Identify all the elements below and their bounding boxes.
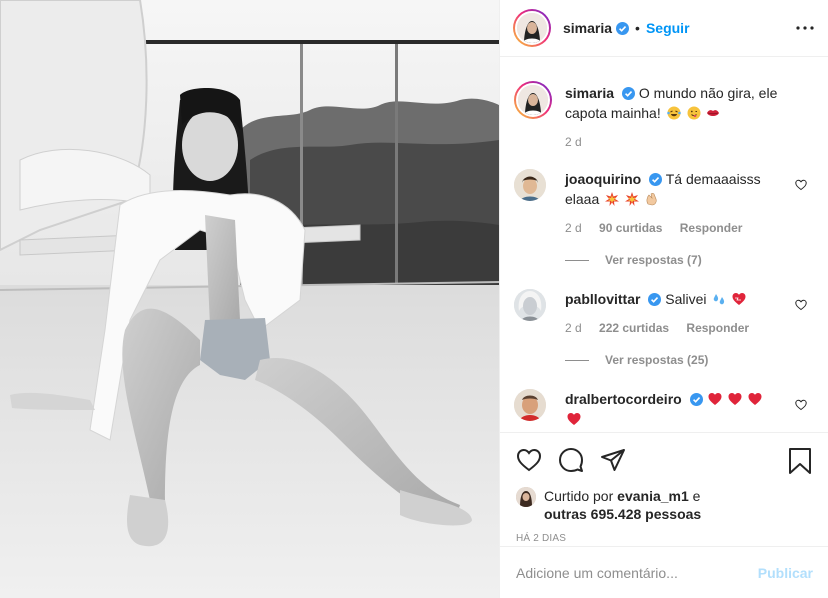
instagram-post: simaria • Seguir simaria O mundo não gir… [0, 0, 828, 598]
liker-avatar[interactable] [516, 487, 536, 507]
caption-avatar [516, 83, 550, 117]
likes-text: Curtido por evania_m1 e outras 695.428 p… [544, 487, 701, 523]
collision-emoji [605, 192, 620, 206]
bookmark-save-icon[interactable] [787, 447, 813, 475]
verified-badge-icon [621, 87, 635, 100]
post-side-panel: simaria • Seguir simaria O mundo não gir… [499, 0, 828, 598]
commenter-avatar[interactable] [514, 389, 546, 421]
post-time-ago[interactable]: HÁ 2 DIAS [516, 533, 813, 544]
post-caption: simaria O mundo não gira, ele capota mai… [514, 57, 813, 149]
likes-connector: e [692, 488, 701, 504]
verified-badge-icon [689, 393, 703, 406]
red-heart-emoji [728, 393, 742, 405]
post-photo[interactable] [0, 0, 499, 598]
publish-button[interactable]: Publicar [758, 565, 813, 581]
verified-badge-icon [649, 173, 663, 186]
follow-button[interactable]: Seguir [646, 20, 690, 36]
author-avatar [515, 11, 549, 45]
comment-time[interactable]: 2 d [565, 221, 582, 235]
commenter-avatar[interactable] [514, 289, 546, 321]
likes-summary: Curtido por evania_m1 e outras 695.428 p… [516, 487, 813, 523]
heart-on-fire-emoji [732, 293, 746, 305]
comment-text-block: pabllovittar Salivei [565, 289, 785, 309]
collision-emoji [625, 192, 640, 206]
caption-time[interactable]: 2 d [565, 135, 582, 149]
verified-badge-icon [648, 293, 662, 306]
comment-username[interactable]: joaoquirino [565, 171, 641, 187]
comment-meta: 2 d 222 curtidas Responder [565, 321, 785, 335]
replies-divider-line [565, 359, 589, 361]
author-username[interactable]: simaria [563, 20, 612, 36]
comment-likes[interactable]: 222 curtidas [599, 321, 669, 335]
comment-item: dralbertocordeiro [514, 389, 813, 429]
laughing-tears-emoji [666, 106, 681, 120]
red-heart-emoji [748, 393, 762, 405]
verified-badge-icon [616, 21, 630, 35]
reply-button[interactable]: Responder [680, 221, 743, 235]
kiss-lips-emoji [707, 110, 720, 116]
comment-time[interactable]: 2 d [565, 321, 582, 335]
view-replies-label: Ver respostas (7) [605, 253, 702, 267]
caption-avatar-ring[interactable] [514, 81, 552, 119]
red-heart-emoji [708, 393, 722, 405]
comment-input[interactable] [516, 564, 758, 581]
replies-divider-line [565, 259, 589, 261]
comment-username[interactable]: dralbertocordeiro [565, 391, 682, 407]
comment-text-block: dralbertocordeiro [565, 389, 785, 429]
caption-meta: 2 d [565, 135, 813, 149]
wink-tongue-emoji [687, 106, 701, 120]
reply-button[interactable]: Responder [686, 321, 749, 335]
comment-meta: 2 d 90 curtidas Responder [565, 221, 785, 235]
view-replies-button[interactable]: Ver respostas (7) [565, 253, 785, 267]
like-heart-icon[interactable] [516, 447, 542, 473]
sweat-droplets-emoji [714, 294, 725, 305]
other-likers-link[interactable]: outras 695.428 pessoas [544, 506, 701, 522]
more-horizontal-icon[interactable] [795, 18, 815, 38]
post-actions: Curtido por evania_m1 e outras 695.428 p… [500, 432, 828, 546]
comment-item: joaoquirino Tá demaaaisss elaaa 2 d 90 c… [514, 169, 813, 267]
add-comment-bar: Publicar [500, 546, 828, 598]
caption-text-block: simaria O mundo não gira, ele capota mai… [565, 83, 813, 123]
comment-item: pabllovittar Salivei 2 d 222 curtidas Re… [514, 289, 813, 367]
separator-dot: • [635, 20, 640, 36]
like-comment-heart-icon[interactable] [795, 299, 807, 311]
like-comment-heart-icon[interactable] [795, 179, 807, 191]
red-heart-emoji [567, 413, 581, 425]
commenter-avatar[interactable] [514, 169, 546, 201]
likes-prefix: Curtido por [544, 488, 614, 504]
view-replies-button[interactable]: Ver respostas (25) [565, 353, 785, 367]
comment-text: Salivei [665, 291, 707, 307]
post-header: simaria • Seguir [500, 0, 828, 57]
comment-username[interactable]: pabllovittar [565, 291, 640, 307]
liker-username[interactable]: evania_m1 [617, 488, 689, 504]
comment-text-block: joaoquirino Tá demaaaisss elaaa [565, 169, 785, 209]
clap-emoji [646, 192, 657, 206]
action-buttons-row [516, 433, 813, 487]
comments-list[interactable]: simaria O mundo não gira, ele capota mai… [500, 57, 828, 432]
share-paper-plane-icon[interactable] [600, 447, 626, 473]
author-avatar-ring[interactable] [513, 9, 551, 47]
comment-bubble-icon[interactable] [558, 447, 584, 473]
comment-likes[interactable]: 90 curtidas [599, 221, 662, 235]
like-comment-heart-icon[interactable] [795, 399, 807, 411]
view-replies-label: Ver respostas (25) [605, 353, 709, 367]
caption-username[interactable]: simaria [565, 85, 614, 101]
